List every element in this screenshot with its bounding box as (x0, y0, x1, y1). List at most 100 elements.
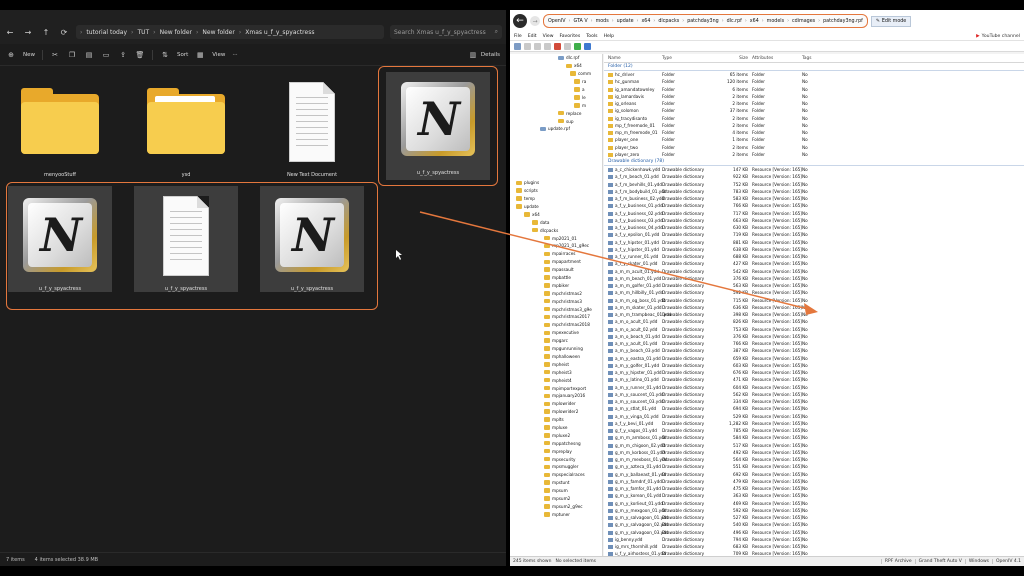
list-item[interactable]: a_f_m_bevhills_01.ydd Drawable dictionary… (604, 181, 1024, 188)
breadcrumb-item[interactable]: x64 (641, 19, 650, 24)
breadcrumb-item[interactable]: TUT (137, 29, 149, 36)
menu-tools[interactable]: Tools (586, 34, 597, 39)
list-item[interactable]: g_m_y_salvagoon_03.ydd Drawable dictionar… (604, 529, 1024, 536)
menu-edit[interactable]: Edit (528, 34, 537, 39)
new-icon[interactable]: ⊕ (6, 50, 16, 60)
tree-item[interactable]: mpreplay (510, 447, 602, 455)
add-icon[interactable] (574, 42, 581, 50)
list-item[interactable]: a_m_y_hipster_01.ydd Drawable dictionary 6… (604, 369, 1024, 376)
tree-item[interactable]: mptuner (510, 510, 602, 518)
tree-item[interactable]: mpheist4 (510, 376, 602, 384)
menu-view[interactable]: View (543, 34, 554, 39)
cut-icon[interactable]: ✂ (50, 50, 60, 60)
tree-item[interactable]: ra (510, 78, 602, 86)
tree-item[interactable]: mpsum (510, 487, 602, 495)
breadcrumb-item[interactable]: dlc.rpf (727, 19, 742, 24)
list-item[interactable]: a_m_y_golfer_01.ydd Drawable dictionary 60… (604, 362, 1024, 369)
tree-item[interactable]: mphalloween (510, 353, 602, 361)
list-item[interactable]: ig_orleans Folder 2 items Folder No (604, 100, 1024, 107)
list-item[interactable]: a_m_y_latino_01.ydd Drawable dictionary 47… (604, 376, 1024, 383)
list-item[interactable]: hc_driver Folder 65 items Folder No (604, 71, 1024, 78)
list-item[interactable]: mp_m_freemode_01 Folder 4 items Folder No (604, 129, 1024, 136)
list-item[interactable]: ig_solomon Folder 37 items Folder No (604, 107, 1024, 114)
list-item[interactable]: a_m_y_beach_03.ydd Drawable dictionary 387… (604, 347, 1024, 354)
list-item[interactable]: g_m_y_ballaeast_01.ydd Drawable dictionar… (604, 471, 1024, 478)
list-item[interactable]: g_m_y_famfor_01.ydd Drawable dictionary 47… (604, 485, 1024, 492)
list-item[interactable]: player_two Folder 2 items Folder No (604, 144, 1024, 151)
cut-icon[interactable] (524, 42, 531, 50)
rename-icon[interactable]: ▭ (101, 50, 111, 60)
list-item[interactable]: g_m_y_salvagoon_01.ydd Drawable dictionar… (604, 514, 1024, 521)
ytd-file-tile[interactable]: N u_f_y_spyactress (386, 72, 490, 180)
tree-item[interactable]: mp2021_01 (510, 234, 602, 242)
tree-item[interactable]: mpluxe2 (510, 431, 602, 439)
breadcrumb-item[interactable]: New folder (160, 29, 192, 36)
tree-item[interactable]: mppatchesng (510, 439, 602, 447)
tree-item[interactable]: mplts (510, 416, 602, 424)
tree-item[interactable]: mpbattle (510, 274, 602, 282)
list-item[interactable]: g_m_y_salvagoon_02.ydd Drawable dictionar… (604, 521, 1024, 528)
group-header-drawables[interactable]: Drawable dictionary (78) (604, 158, 1024, 166)
column-header-type[interactable]: Type (662, 56, 722, 61)
list-item[interactable]: a_f_y_skater_01.ydd Drawable dictionary 42… (604, 260, 1024, 267)
breadcrumb-item[interactable]: update (617, 19, 634, 24)
share-icon[interactable]: ⇪ (118, 50, 128, 60)
column-header-attributes[interactable]: Attributes (752, 56, 802, 61)
folder-tile[interactable]: ysd (134, 78, 238, 178)
sort-button[interactable]: Sort (177, 52, 188, 58)
list-item[interactable]: a_f_y_business_02.ydd Drawable dictionary… (604, 210, 1024, 217)
tree-item[interactable]: mpexecutive (510, 329, 602, 337)
tree-item[interactable]: mpstunt (510, 479, 602, 487)
tree-item[interactable]: mpspecialraces (510, 471, 602, 479)
tree-item[interactable]: mpimportexport (510, 384, 602, 392)
list-item[interactable]: g_m_y_korean_01.ydd Drawable dictionary 36… (604, 492, 1024, 499)
list-item[interactable]: g_m_y_mexgoon_01.ydd Drawable dictionary 5… (604, 507, 1024, 514)
refresh-icon[interactable]: ⟳ (58, 26, 70, 38)
back-arrow-icon[interactable]: ← (513, 14, 527, 28)
tree-item[interactable]: temp (510, 195, 602, 203)
text-file-tile[interactable]: New Text Document (260, 78, 364, 178)
list-item[interactable]: a_m_y_acult_01.ydd Drawable dictionary 766… (604, 340, 1024, 347)
list-item[interactable]: g_f_y_vagos_01.ydd Drawable dictionary 785… (604, 427, 1024, 434)
ytd-file-tile[interactable]: N u_f_y_spyactress (260, 186, 364, 292)
back-arrow-icon[interactable]: ← (4, 26, 16, 38)
list-item[interactable]: a_f_y_business_01.ydd Drawable dictionary… (604, 202, 1024, 209)
list-item[interactable]: a_m_y_vinga_01.ydd Drawable dictionary 529… (604, 413, 1024, 420)
paste-icon[interactable]: ▤ (84, 50, 94, 60)
list-item[interactable]: a_m_m_hillbilly_01.ydd Drawable dictionar… (604, 289, 1024, 296)
tree-item[interactable]: mpsmuggler (510, 463, 602, 471)
forward-arrow-icon[interactable]: → (530, 16, 540, 26)
new-button[interactable]: New (23, 52, 35, 58)
list-item[interactable]: ig_amandatownley Folder 6 items Folder No (604, 86, 1024, 93)
list-item[interactable]: g_m_y_azteca_01.ydd Drawable dictionary 55… (604, 463, 1024, 470)
tree-item[interactable]: x64 (510, 62, 602, 70)
tree-item[interactable]: mpsecurity (510, 455, 602, 463)
delete-icon[interactable]: 🗑 (135, 50, 145, 60)
column-header-tags[interactable]: Tags (802, 56, 832, 61)
view-button[interactable]: View (212, 52, 225, 58)
list-item[interactable]: a_m_y_soucent_01.ydd Drawable dictionary 5… (604, 391, 1024, 398)
tree-item[interactable]: m (510, 101, 602, 109)
details-button[interactable]: ▥ Details (468, 50, 500, 60)
list-item[interactable]: a_f_y_hipster_01.ydd Drawable dictionary 8… (604, 239, 1024, 246)
tree-item[interactable]: mpchristmas3_g9e (510, 305, 602, 313)
list-item[interactable]: a_f_m_business_02.ydd Drawable dictionary… (604, 195, 1024, 202)
breadcrumb-item[interactable]: patchday3ng (687, 19, 719, 24)
tree-item[interactable]: mpchristmas3 (510, 297, 602, 305)
menu-help[interactable]: Help (604, 34, 614, 39)
sort-icon[interactable]: ⇅ (160, 50, 170, 60)
tree-item[interactable]: mpapartment (510, 258, 602, 266)
search-input[interactable]: Search Xmas u_f_y_spyactress ⌕ (390, 25, 502, 39)
tree-item[interactable]: mpgarc (510, 337, 602, 345)
tree-item[interactable]: mplowrider (510, 400, 602, 408)
copy-icon[interactable] (534, 42, 541, 50)
list-item[interactable]: g_m_y_korlieut_01.ydd Drawable dictionary… (604, 500, 1024, 507)
tree-item[interactable]: mpluxe (510, 424, 602, 432)
tree-item[interactable]: x64 (510, 210, 602, 218)
list-item[interactable]: g_m_m_mexboss_01.ydd Drawable dictionary 5… (604, 456, 1024, 463)
group-header-folders[interactable]: Folder (12) (604, 63, 1024, 71)
tree-item[interactable]: plugins (510, 179, 602, 187)
menu-favorites[interactable]: Favorites (560, 34, 581, 39)
tree-item[interactable]: a (510, 86, 602, 94)
tree-item[interactable]: comm (510, 70, 602, 78)
